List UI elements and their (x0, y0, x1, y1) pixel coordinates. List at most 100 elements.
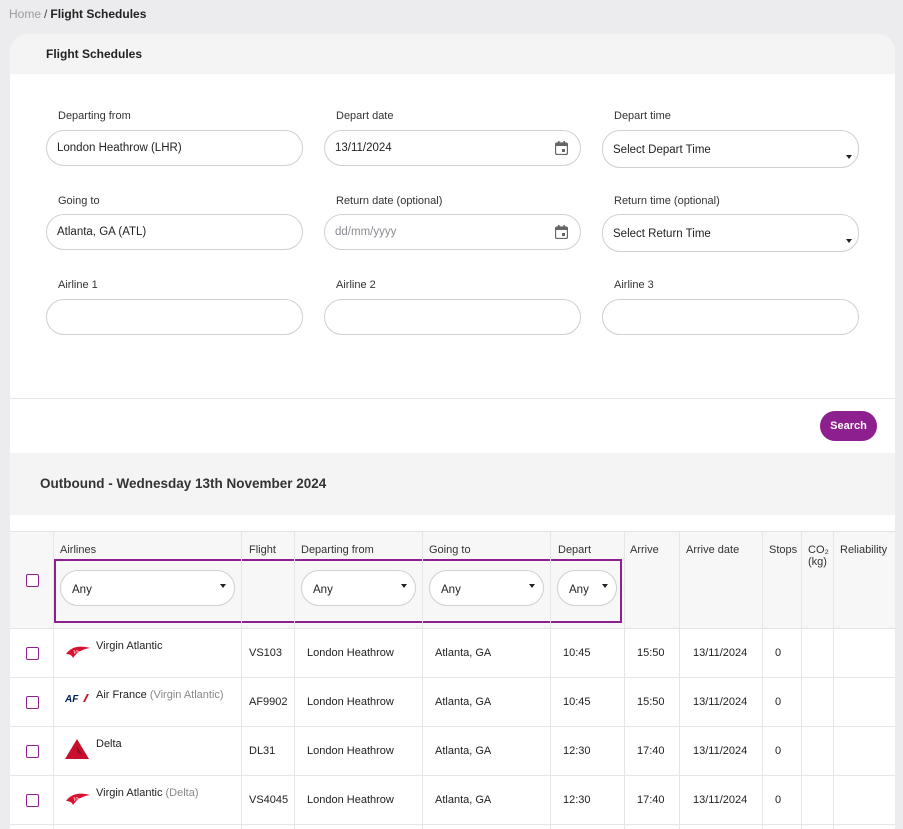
operator-label: (Delta) (165, 787, 199, 799)
header-co2-line2: (kg) (808, 556, 827, 568)
column-divider (801, 531, 802, 829)
stops-cell: 0 (775, 745, 782, 757)
departing-from-cell: London Heathrow (307, 647, 394, 659)
depart-time-value: Select Depart Time (613, 144, 711, 156)
airline-1-label: Airline 1 (58, 279, 98, 291)
column-divider (53, 531, 54, 829)
column-divider (241, 531, 242, 829)
airline-name: Delta (96, 738, 122, 750)
airline-label: Air France (96, 689, 147, 701)
breadcrumb-home-link[interactable]: Home (9, 7, 41, 21)
header-depart[interactable]: Depart (558, 544, 591, 556)
airline-3-label: Airline 3 (614, 279, 654, 291)
depart-time-select[interactable]: Select Depart Time (602, 130, 859, 168)
header-stops[interactable]: Stops (769, 544, 797, 556)
header-departing-from[interactable]: Departing from (301, 544, 374, 556)
depart-time-cell: 10:45 (563, 647, 591, 659)
airline-3-input[interactable] (602, 299, 859, 335)
select-all-checkbox[interactable] (26, 574, 39, 587)
going-to-cell: Atlanta, GA (435, 696, 492, 708)
header-arrive[interactable]: Arrive (630, 544, 659, 556)
header-going-to[interactable]: Going to (429, 544, 471, 556)
departing-from-cell: London Heathrow (307, 794, 394, 806)
airline-name: Virgin Atlantic (96, 640, 162, 652)
svg-text:Virgin: Virgin (73, 797, 88, 803)
stops-cell: 0 (775, 794, 782, 806)
breadcrumb: Home / Flight Schedules (9, 7, 146, 21)
airline-2-input[interactable] (324, 299, 581, 335)
row-checkbox[interactable] (26, 647, 39, 660)
arrive-date-cell: 13/11/2024 (693, 696, 748, 708)
depart-time-cell: 10:45 (563, 696, 591, 708)
breadcrumb-separator: / (44, 7, 48, 21)
outbound-title: Outbound - Wednesday 13th November 2024 (40, 476, 327, 491)
card-title: Flight Schedules (10, 34, 895, 74)
column-divider (624, 531, 625, 829)
arrive-time-cell: 17:40 (637, 745, 665, 757)
depart-date-label: Depart date (336, 110, 394, 122)
chevron-down-icon (846, 239, 852, 243)
depart-date-value: 13/11/2024 (335, 142, 392, 154)
operator-label: (Virgin Atlantic) (149, 689, 224, 701)
virgin-atlantic-logo: Virgin (65, 790, 91, 811)
arrive-time-cell: 15:50 (637, 647, 665, 659)
return-date-placeholder: dd/mm/yyyy (335, 226, 397, 238)
departing-from-input[interactable]: London Heathrow (LHR) (46, 130, 303, 166)
going-to-cell: Atlanta, GA (435, 794, 492, 806)
airline-name: Air France (Virgin Atlantic) (96, 689, 224, 701)
column-divider (422, 531, 423, 829)
airline-name: Virgin Atlantic (Delta) (96, 787, 199, 799)
header-flight[interactable]: Flight (249, 544, 276, 556)
going-to-cell: Atlanta, GA (435, 745, 492, 757)
header-reliability[interactable]: Reliability (840, 544, 887, 556)
flight-number: VS4045 (249, 794, 289, 806)
return-time-select[interactable]: Select Return Time (602, 214, 859, 252)
flight-number: DL31 (249, 745, 276, 757)
header-airlines[interactable]: Airlines (60, 544, 96, 556)
header-co2[interactable]: CO₂ (kg) (808, 544, 829, 568)
going-to-label: Going to (58, 195, 100, 207)
going-to-input[interactable]: Atlanta, GA (ATL) (46, 214, 303, 250)
going-to-cell: Atlanta, GA (435, 647, 492, 659)
column-divider (294, 531, 295, 829)
filter-highlight-box (54, 559, 622, 623)
row-checkbox[interactable] (26, 696, 39, 709)
header-arrive-date[interactable]: Arrive date (686, 544, 739, 556)
row-checkbox[interactable] (26, 745, 39, 758)
virgin-atlantic-logo: Virgin (65, 643, 91, 664)
column-divider (833, 531, 834, 829)
flight-number: AF9902 (249, 696, 288, 708)
arrive-time-cell: 17:40 (637, 794, 665, 806)
calendar-icon[interactable] (555, 225, 568, 239)
column-divider (679, 531, 680, 829)
svg-text:AF: AF (65, 694, 79, 704)
airline-label: Virgin Atlantic (96, 640, 163, 652)
delta-logo (65, 739, 89, 762)
return-date-label: Return date (optional) (336, 195, 443, 207)
going-to-value: Atlanta, GA (ATL) (57, 226, 147, 238)
return-time-label: Return time (optional) (614, 195, 720, 207)
return-time-value: Select Return Time (613, 228, 711, 240)
flight-number: VS103 (249, 647, 283, 659)
column-divider (550, 531, 551, 829)
depart-time-cell: 12:30 (563, 794, 591, 806)
depart-time-cell: 12:30 (563, 745, 591, 757)
calendar-icon[interactable] (555, 141, 568, 155)
depart-time-label: Depart time (614, 110, 671, 122)
depart-date-input[interactable]: 13/11/2024 (324, 130, 581, 166)
row-checkbox[interactable] (26, 794, 39, 807)
svg-text:Virgin: Virgin (73, 650, 88, 656)
departing-from-cell: London Heathrow (307, 696, 394, 708)
form-divider (10, 398, 895, 399)
airline-1-input[interactable] (46, 299, 303, 335)
search-button[interactable]: Search (820, 411, 877, 441)
column-divider (762, 531, 763, 829)
outbound-section-header: Outbound - Wednesday 13th November 2024 (10, 453, 895, 515)
return-date-input[interactable]: dd/mm/yyyy (324, 214, 581, 250)
stops-cell: 0 (775, 696, 782, 708)
chevron-down-icon (846, 155, 852, 159)
departing-from-label: Departing from (58, 110, 131, 122)
stops-cell: 0 (775, 647, 782, 659)
arrive-time-cell: 15:50 (637, 696, 665, 708)
airline-label: Delta (96, 738, 122, 750)
